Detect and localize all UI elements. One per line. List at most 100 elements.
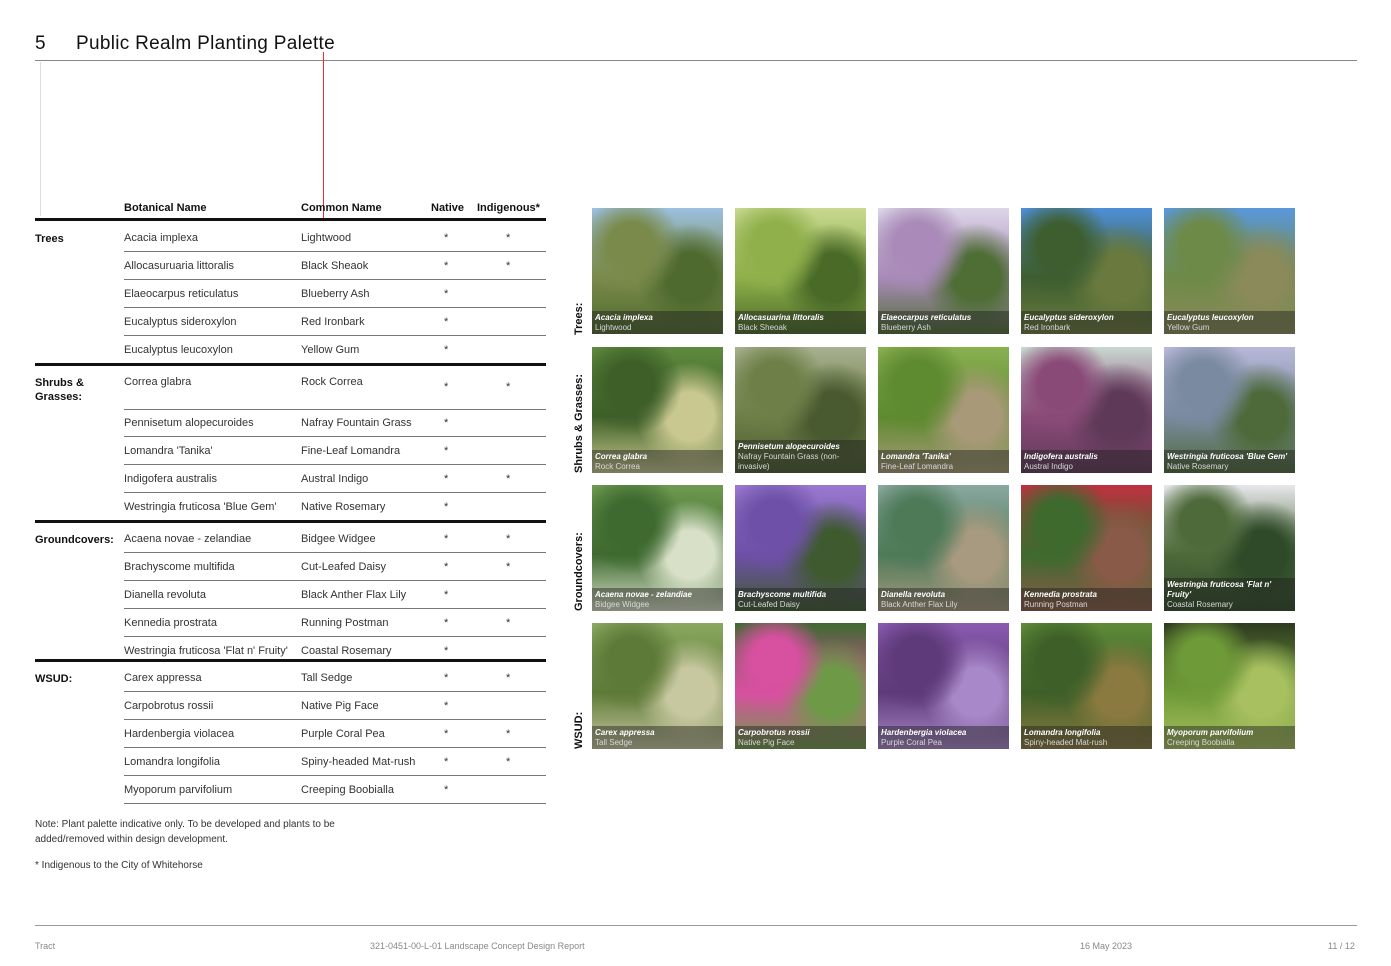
photo-caption: Correa glabra Rock Correa — [592, 450, 723, 473]
group-divider — [35, 520, 546, 523]
photo-common-name: Cut-Leafed Daisy — [738, 600, 800, 609]
photo-common-name: Nafray Fountain Grass (non-invasive) — [738, 452, 840, 471]
photo-caption: Hardenbergia violacea Purple Coral Pea — [878, 726, 1009, 749]
common-name-cell: Black Anther Flax Lily — [301, 589, 407, 601]
photo-botanical-name: Myoporum parvifolium — [1167, 728, 1254, 737]
row-divider — [124, 436, 546, 437]
native-mark: * — [444, 784, 449, 796]
photo-common-name: Purple Coral Pea — [881, 738, 942, 747]
row-divider — [124, 803, 546, 804]
native-mark: * — [444, 700, 449, 712]
photo-caption: Lomandra longifolia Spiny-headed Mat-rush — [1021, 726, 1152, 749]
plant-photo: Myoporum parvifolium Creeping Boobialla — [1164, 623, 1295, 749]
photo-caption: Westringia fruticosa 'Flat n' Fruity' Coa… — [1164, 578, 1295, 611]
photo-caption: Westringia fruticosa 'Blue Gem' Native Ro… — [1164, 450, 1295, 473]
photo-caption: Myoporum parvifolium Creeping Boobialla — [1164, 726, 1295, 749]
plant-photo: Pennisetum alopecuroides Nafray Fountain … — [735, 347, 866, 473]
photo-common-name: Austral Indigo — [1024, 462, 1073, 471]
common-name-cell: Cut-Leafed Daisy — [301, 561, 386, 573]
gallery-row-label: Trees: — [573, 302, 585, 335]
photo-caption: Eucalyptus leucoxylon Yellow Gum — [1164, 311, 1295, 334]
plant-photo: Westringia fruticosa 'Flat n' Fruity' Coa… — [1164, 485, 1295, 611]
photo-botanical-name: Eucalyptus leucoxylon — [1167, 313, 1254, 322]
botanical-name-cell: Dianella revoluta — [124, 589, 206, 601]
photo-caption: Acaena novae - zelandiae Bidgee Widgee — [592, 588, 723, 611]
photo-common-name: Bidgee Widgee — [595, 600, 650, 609]
botanical-name-cell: Hardenbergia violacea — [124, 728, 235, 740]
common-name-cell: Coastal Rosemary — [301, 645, 392, 657]
common-name-cell: Austral Indigo — [301, 473, 369, 485]
photo-common-name: Blueberry Ash — [881, 323, 931, 332]
group-divider — [35, 363, 546, 366]
header-indigenous: Indigenous* — [477, 202, 540, 214]
photo-botanical-name: Brachyscome multifida — [738, 590, 827, 599]
common-name-cell: Purple Coral Pea — [301, 728, 385, 740]
photo-caption: Lomandra 'Tanika' Fine-Leaf Lomandra — [878, 450, 1009, 473]
plant-photo: Eucalyptus sideroxylon Red Ironbark — [1021, 208, 1152, 334]
botanical-name-cell: Elaeocarpus reticulatus — [124, 288, 239, 300]
footer-date: 16 May 2023 — [1080, 941, 1133, 951]
header-rule — [35, 218, 546, 221]
photo-botanical-name: Lomandra 'Tanika' — [881, 452, 951, 461]
indigenous-mark: * — [506, 473, 511, 485]
native-mark: * — [444, 344, 449, 356]
row-divider — [124, 747, 546, 748]
row-divider — [124, 307, 546, 308]
row-divider — [124, 335, 546, 336]
category-label: Trees — [35, 233, 64, 245]
botanical-name-cell: Acaena novae - zelandiae — [124, 533, 252, 545]
photo-common-name: Black Anther Flax Lily — [881, 600, 958, 609]
common-name-cell: Fine-Leaf Lomandra — [301, 445, 401, 457]
guide-line — [323, 52, 324, 220]
native-mark: * — [444, 232, 449, 244]
photo-caption: Acacia implexa Lightwood — [592, 311, 723, 334]
plant-photo: Elaeocarpus reticulatus Blueberry Ash — [878, 208, 1009, 334]
row-divider — [124, 608, 546, 609]
indigenous-note: * Indigenous to the City of Whitehorse — [35, 860, 203, 871]
botanical-name-cell: Westringia fruticosa 'Flat n' Fruity' — [124, 645, 288, 657]
photo-common-name: Coastal Rosemary — [1167, 600, 1233, 609]
plant-photo: Westringia fruticosa 'Blue Gem' Native Ro… — [1164, 347, 1295, 473]
indigenous-mark: * — [506, 260, 511, 272]
plant-photo: Acaena novae - zelandiae Bidgee Widgee — [592, 485, 723, 611]
native-mark: * — [444, 617, 449, 629]
title-divider — [35, 60, 1357, 61]
header-botanical-name: Botanical Name — [124, 202, 207, 214]
botanical-name-cell: Correa glabra — [124, 376, 192, 388]
common-name-cell: Nafray Fountain Grass — [301, 417, 412, 429]
indigenous-mark: * — [506, 561, 511, 573]
plant-photo: Correa glabra Rock Correa — [592, 347, 723, 473]
native-mark: * — [444, 756, 449, 768]
palette-note: Note: Plant palette indicative only. To … — [35, 819, 335, 845]
plant-photo: Indigofera australis Austral Indigo — [1021, 347, 1152, 473]
plant-photo: Allocasuarina littoralis Black Sheoak — [735, 208, 866, 334]
native-mark: * — [444, 672, 449, 684]
photo-common-name: Tall Sedge — [595, 738, 633, 747]
indigenous-mark: * — [506, 756, 511, 768]
photo-common-name: Running Postman — [1024, 600, 1088, 609]
botanical-name-cell: Indigofera australis — [124, 473, 217, 485]
native-mark: * — [444, 260, 449, 272]
botanical-name-cell: Westringia fruticosa 'Blue Gem' — [124, 501, 277, 513]
common-name-cell: Red Ironbark — [301, 316, 365, 328]
photo-caption: Kennedia prostrata Running Postman — [1021, 588, 1152, 611]
photo-caption: Pennisetum alopecuroides Nafray Fountain … — [735, 440, 866, 473]
gallery-row-label: Shrubs & Grasses: — [573, 373, 585, 473]
common-name-cell: Native Rosemary — [301, 501, 386, 513]
plant-photo: Lomandra 'Tanika' Fine-Leaf Lomandra — [878, 347, 1009, 473]
photo-botanical-name: Carpobrotus rossii — [738, 728, 810, 737]
common-name-cell: Black Sheaok — [301, 260, 369, 272]
native-mark: * — [444, 381, 449, 393]
photo-botanical-name: Indigofera australis — [1024, 452, 1098, 461]
photo-botanical-name: Lomandra longifolia — [1024, 728, 1101, 737]
native-mark: * — [444, 645, 449, 657]
indigenous-mark: * — [506, 728, 511, 740]
photo-botanical-name: Dianella revoluta — [881, 590, 946, 599]
botanical-name-cell: Eucalyptus sideroxylon — [124, 316, 237, 328]
category-label: Groundcovers: — [35, 534, 114, 546]
plant-photo: Carex appressa Tall Sedge — [592, 623, 723, 749]
common-name-cell: Running Postman — [301, 617, 389, 629]
photo-common-name: Black Sheoak — [738, 323, 787, 332]
photo-botanical-name: Correa glabra — [595, 452, 648, 461]
botanical-name-cell: Carex appressa — [124, 672, 202, 684]
